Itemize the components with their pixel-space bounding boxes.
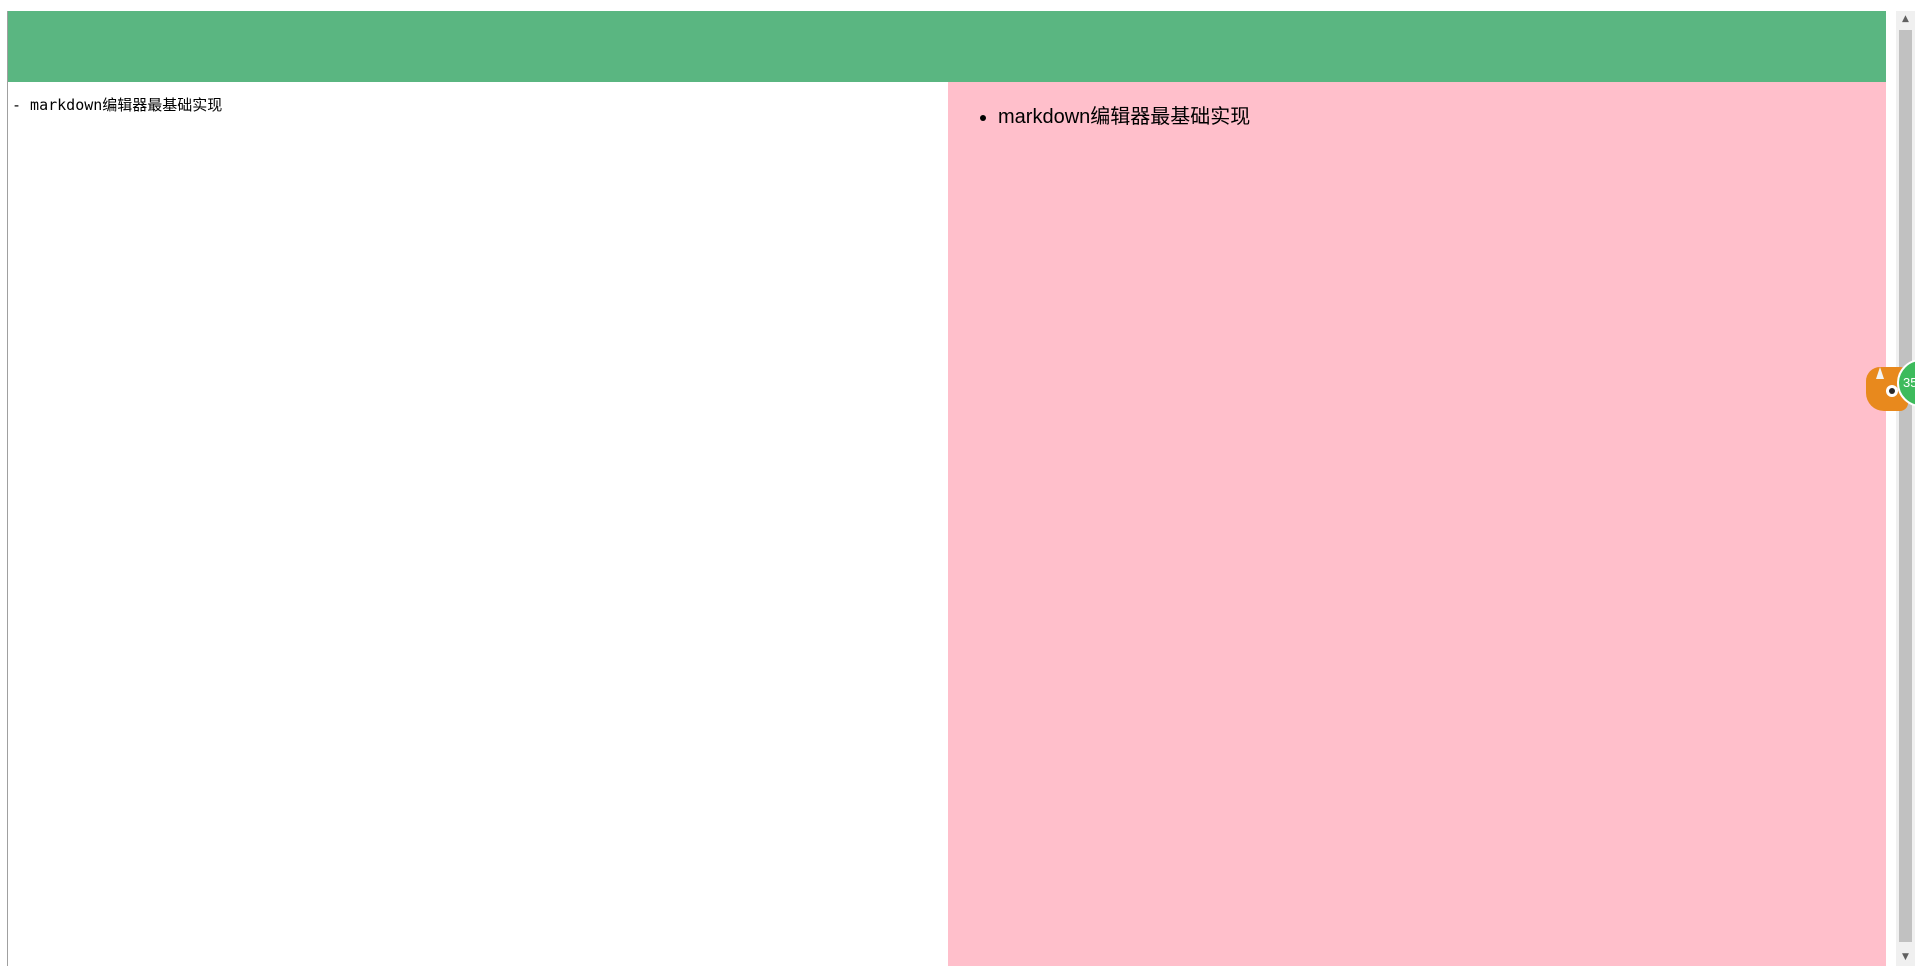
markdown-preview: markdown编辑器最基础实现: [948, 82, 1886, 966]
header-bar: [8, 11, 1886, 82]
floating-assistant-widget[interactable]: 35: [1864, 359, 1915, 417]
markdown-input[interactable]: [8, 82, 948, 966]
scroll-up-arrow-icon[interactable]: ▲: [1896, 11, 1915, 28]
markdown-editor-app: markdown编辑器最基础实现: [7, 11, 1886, 966]
scroll-thumb[interactable]: [1899, 30, 1912, 942]
page-scrollbar[interactable]: ▲ ▼: [1896, 11, 1915, 966]
preview-list: markdown编辑器最基础实现: [968, 102, 1867, 132]
scroll-down-arrow-icon[interactable]: ▼: [1896, 949, 1915, 966]
monster-eye: [1886, 385, 1898, 397]
preview-list-item: markdown编辑器最基础实现: [998, 102, 1867, 132]
monster-horn: [1876, 367, 1884, 379]
